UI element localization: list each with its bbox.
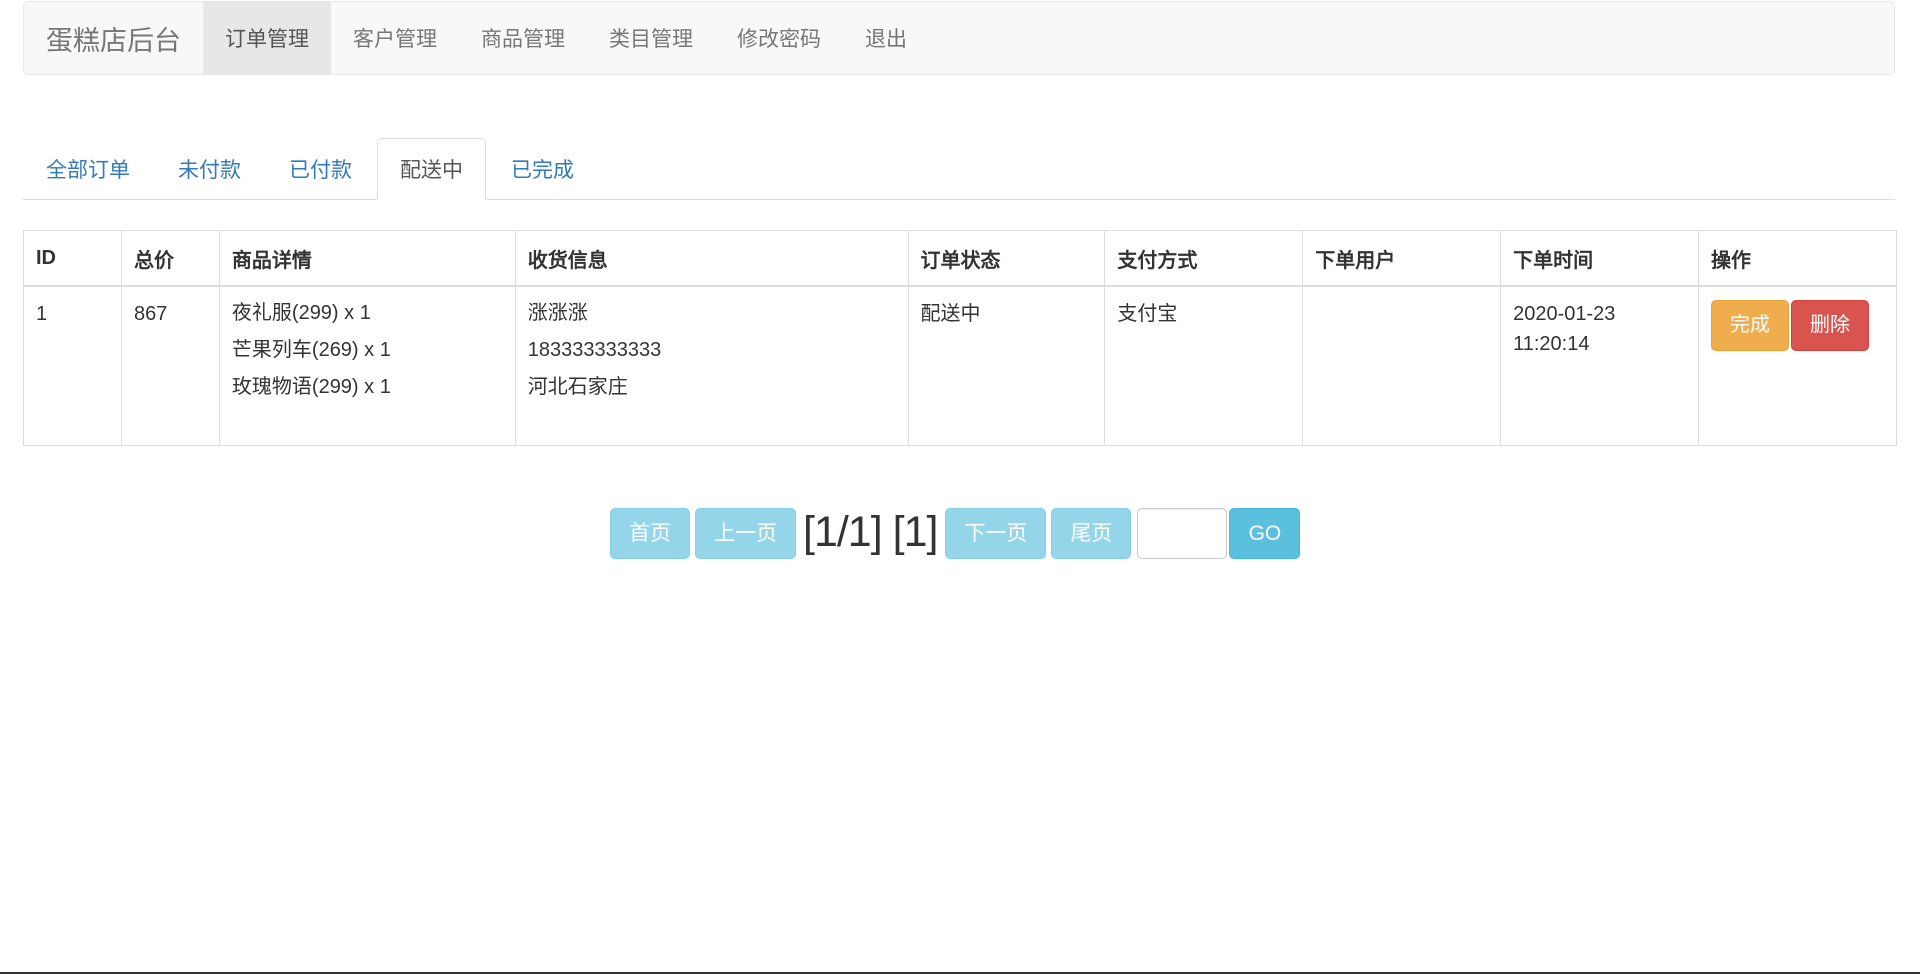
complete-button[interactable]: 完成 [1711, 300, 1790, 351]
cell-items: 夜礼服(299) x 1 芒果列车(269) x 1 玫瑰物语(299) x 1 [218, 285, 516, 446]
table-row: 1 867 夜礼服(299) x 1 芒果列车(269) x 1 玫瑰物语(29… [23, 285, 1897, 446]
nav-menu: 订单管理 客户管理 商品管理 类目管理 修改密码 退出 [203, 2, 929, 74]
nav-item-logout[interactable]: 退出 [843, 2, 929, 74]
header-id: ID [23, 230, 122, 287]
go-button[interactable]: GO [1229, 508, 1301, 559]
next-page-button[interactable]: 下一页 [945, 508, 1047, 559]
shipping-address: 河北石家庄 [527, 376, 628, 398]
tab-completed[interactable]: 已完成 [488, 138, 597, 199]
nav-item-change-password[interactable]: 修改密码 [715, 2, 843, 74]
header-payment: 支付方式 [1104, 230, 1304, 287]
cell-payment: 支付宝 [1104, 285, 1304, 446]
cell-user [1302, 285, 1502, 446]
orders-table: ID 总价 商品详情 收货信息 订单状态 支付方式 下单用户 下单时间 操作 1… [23, 230, 1897, 446]
header-user: 下单用户 [1302, 230, 1502, 287]
header-actions: 操作 [1698, 230, 1897, 287]
last-page-button[interactable]: 尾页 [1051, 508, 1132, 559]
page-number-input[interactable] [1137, 508, 1228, 559]
nav-item-customers[interactable]: 客户管理 [331, 2, 459, 74]
table-header-row: ID 总价 商品详情 收货信息 订单状态 支付方式 下单用户 下单时间 操作 [23, 230, 1897, 287]
cell-status: 配送中 [907, 285, 1106, 446]
order-date: 2020-01-23 [1513, 303, 1616, 325]
top-navbar: 蛋糕店后台 订单管理 客户管理 商品管理 类目管理 修改密码 退出 [23, 1, 1895, 75]
item-line: 玫瑰物语(299) x 1 [231, 376, 391, 398]
order-clock: 11:20:14 [1513, 333, 1590, 355]
page-info: [1/1] [1] [803, 508, 938, 556]
cell-id: 1 [23, 285, 122, 446]
cell-shipping: 涨涨涨 183333333333 河北石家庄 [514, 285, 909, 446]
header-total: 总价 [120, 230, 220, 287]
order-status-tabs: 全部订单 未付款 已付款 配送中 已完成 [23, 138, 1895, 200]
pagination: 首页 上一页 [1/1] [1] 下一页 尾页 GO [610, 508, 1305, 559]
nav-item-categories[interactable]: 类目管理 [587, 2, 715, 74]
prev-page-button[interactable]: 上一页 [695, 508, 796, 559]
first-page-button[interactable]: 首页 [610, 508, 690, 559]
header-status: 订单状态 [907, 230, 1106, 287]
tab-delivering[interactable]: 配送中 [377, 138, 486, 200]
cell-total: 867 [120, 285, 220, 446]
tab-unpaid[interactable]: 未付款 [155, 138, 264, 199]
header-items: 商品详情 [218, 230, 516, 287]
header-shipping: 收货信息 [514, 230, 909, 287]
nav-item-orders[interactable]: 订单管理 [203, 2, 331, 74]
cell-time: 2020-01-23 11:20:14 [1500, 285, 1700, 446]
nav-item-products[interactable]: 商品管理 [459, 2, 587, 74]
brand-title[interactable]: 蛋糕店后台 [24, 2, 203, 74]
delete-button[interactable]: 删除 [1791, 300, 1870, 351]
tab-paid[interactable]: 已付款 [266, 138, 375, 199]
page: 蛋糕店后台 订单管理 客户管理 商品管理 类目管理 修改密码 退出 全部订单 未… [0, 0, 1920, 974]
tab-all-orders[interactable]: 全部订单 [23, 138, 153, 199]
cell-actions: 完成 删除 [1698, 285, 1897, 446]
header-time: 下单时间 [1500, 230, 1700, 287]
